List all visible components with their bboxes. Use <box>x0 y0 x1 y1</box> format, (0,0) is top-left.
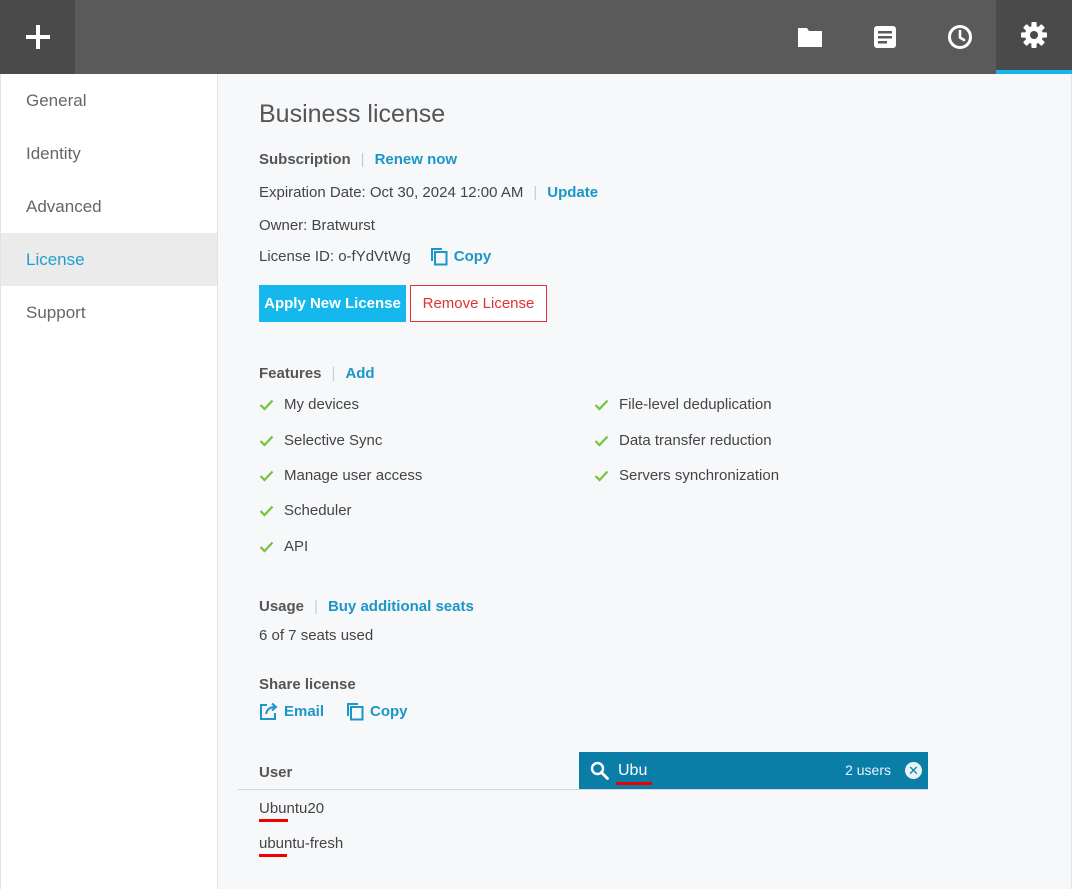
feature-item: Data transfer reduction <box>594 432 772 449</box>
feature-label: Data transfer reduction <box>619 432 772 449</box>
feature-label: Servers synchronization <box>619 467 780 484</box>
users-table-header: User Ubu 2 users ✕ <box>238 752 928 790</box>
usage-header: Usage | Buy additional seats <box>259 598 474 616</box>
search-input[interactable]: Ubu <box>618 762 647 780</box>
feature-item: API <box>259 538 308 555</box>
feature-item: Servers synchronization <box>594 467 779 484</box>
sidebar-item-identity[interactable]: Identity <box>1 127 217 180</box>
clock-icon <box>947 25 972 49</box>
renew-now-link[interactable]: Renew now <box>375 151 458 168</box>
share-email-link[interactable]: Email <box>259 702 324 721</box>
copy-icon <box>347 703 364 721</box>
check-icon <box>259 541 274 553</box>
license-id: License ID: o-fYdVtWg <box>259 248 411 265</box>
divider: | <box>331 365 336 382</box>
owner-text: Owner: Bratwurst <box>259 217 375 234</box>
features-header: Features | Add <box>259 365 375 383</box>
copy-label: Copy <box>370 703 408 720</box>
plus-icon <box>25 25 50 49</box>
list-icon <box>873 26 896 48</box>
email-label: Email <box>284 703 325 720</box>
sidebar-item-advanced[interactable]: Advanced <box>1 180 217 233</box>
folder-icon <box>797 28 822 47</box>
gear-icon <box>1021 22 1047 48</box>
check-icon <box>594 435 609 447</box>
share-icon <box>260 702 278 720</box>
sidebar-item-support[interactable]: Support <box>1 286 217 339</box>
license-id-row: License ID: o-fYdVtWg Copy <box>259 247 491 266</box>
settings-sidebar: General Identity Advanced License Suppor… <box>0 74 218 889</box>
feature-label: My devices <box>284 396 360 413</box>
feature-item: Manage user access <box>259 467 422 484</box>
update-link[interactable]: Update <box>547 184 598 201</box>
check-icon <box>594 470 609 482</box>
check-icon <box>259 435 274 447</box>
settings-tab[interactable] <box>996 0 1072 74</box>
apply-new-license-button[interactable]: Apply New License <box>259 285 406 322</box>
feature-item: File-level deduplication <box>594 396 772 413</box>
remove-license-button[interactable]: Remove License <box>410 285 547 322</box>
share-license-label: Share license <box>259 676 356 693</box>
expiration-row: Expiration Date: Oct 30, 2024 12:00 AM | U… <box>259 184 598 202</box>
transfers-tab[interactable] <box>847 0 922 74</box>
user-row[interactable]: ubuntu-fresh <box>259 835 343 852</box>
features-label: Features <box>259 365 322 382</box>
user-row[interactable]: Ubuntu20 <box>259 800 324 817</box>
feature-item: Scheduler <box>259 502 352 519</box>
spellcheck-underline <box>259 854 287 857</box>
user-search[interactable]: Ubu 2 users ✕ <box>579 752 928 789</box>
clear-search-icon[interactable]: ✕ <box>905 762 922 779</box>
sidebar-item-general[interactable]: General <box>1 74 217 127</box>
divider: | <box>360 151 365 168</box>
share-copy-link[interactable]: Copy <box>346 702 408 721</box>
add-feature-link[interactable]: Add <box>345 365 374 382</box>
copy-license-id-link[interactable]: Copy <box>430 247 492 266</box>
expiration-date: Expiration Date: Oct 30, 2024 12:00 AM <box>259 184 524 201</box>
buy-seats-link[interactable]: Buy additional seats <box>328 598 474 615</box>
add-button[interactable] <box>0 0 75 74</box>
license-panel: Business license Subscription | Renew now … <box>218 74 1072 889</box>
feature-label: Manage user access <box>284 467 423 484</box>
feature-label: File-level deduplication <box>619 396 772 413</box>
usage-label: Usage <box>259 598 305 615</box>
copy-icon <box>430 248 448 266</box>
spellcheck-underline <box>259 819 288 822</box>
feature-label: Scheduler <box>284 502 352 519</box>
seats-used: 6 of 7 seats used <box>259 627 374 644</box>
search-icon <box>590 761 609 780</box>
feature-label: Selective Sync <box>284 432 383 449</box>
subscription-label: Subscription <box>259 151 351 168</box>
sidebar-item-license[interactable]: License <box>1 233 217 286</box>
feature-item: Selective Sync <box>259 432 382 449</box>
check-icon <box>259 470 274 482</box>
top-bar <box>0 0 1072 74</box>
divider: | <box>533 184 538 201</box>
search-result-count: 2 users <box>845 762 891 778</box>
user-name: Ubuntu20 <box>259 800 325 817</box>
feature-item: My devices <box>259 396 359 413</box>
feature-label: API <box>284 538 309 555</box>
user-column-header: User <box>259 764 293 781</box>
check-icon <box>594 399 609 411</box>
page-title: Business license <box>259 100 446 128</box>
user-name: ubuntu-fresh <box>259 835 344 852</box>
history-tab[interactable] <box>922 0 997 74</box>
spellcheck-underline <box>616 782 652 785</box>
check-icon <box>259 505 274 517</box>
divider: | <box>314 598 318 615</box>
folders-tab[interactable] <box>772 0 847 74</box>
copy-label: Copy <box>453 248 492 265</box>
check-icon <box>259 399 274 411</box>
subscription-row: Subscription | Renew now <box>259 151 457 169</box>
